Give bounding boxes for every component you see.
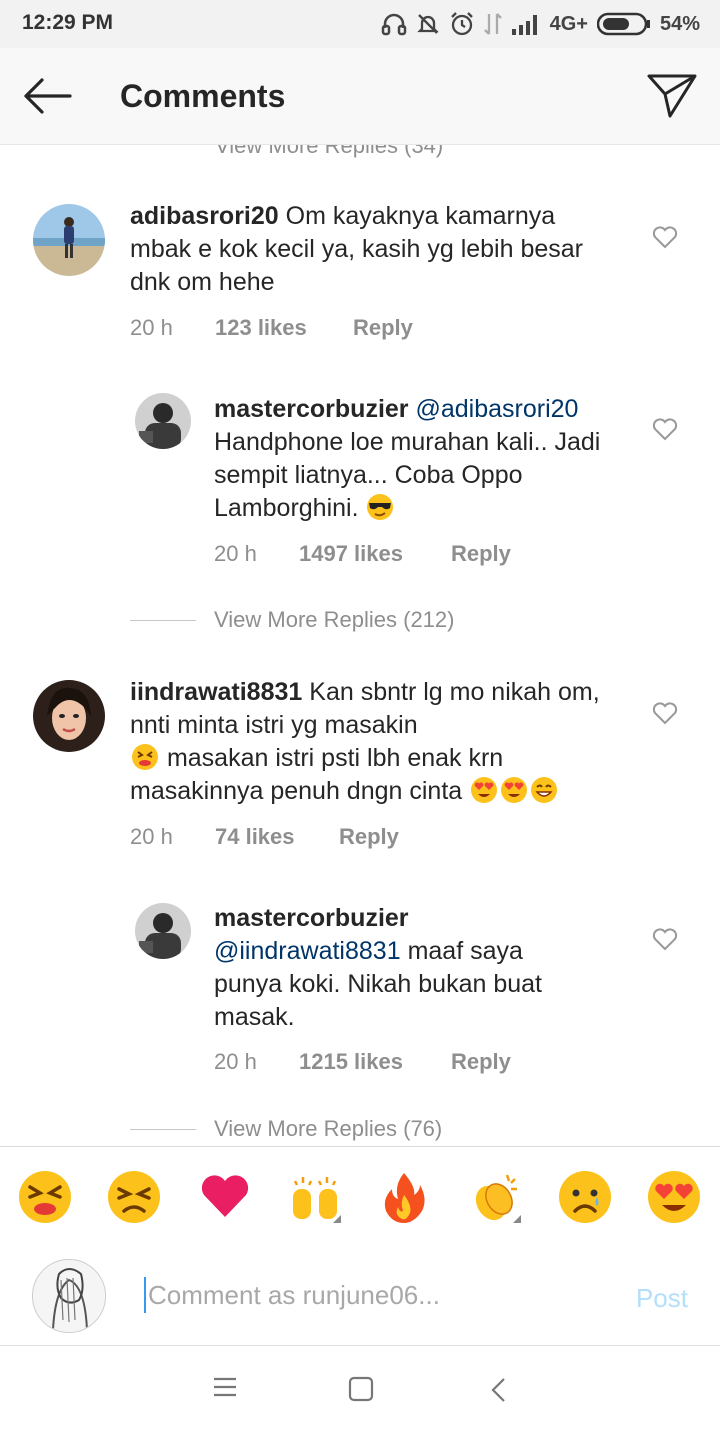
menu-icon[interactable] bbox=[212, 1376, 238, 1398]
avatar-mastercorbuzier[interactable] bbox=[135, 903, 191, 959]
data-transfer-icon bbox=[483, 13, 502, 35]
reply-button[interactable]: Reply bbox=[339, 824, 399, 850]
view-more-replies-top[interactable]: View More Replies (34) bbox=[215, 145, 443, 159]
comment-input[interactable] bbox=[144, 1277, 608, 1313]
battery-percent: 54% bbox=[659, 12, 700, 35]
grinning-face-emoji bbox=[531, 777, 558, 803]
paper-plane-icon[interactable] bbox=[646, 70, 698, 120]
header-bar: Comments bbox=[0, 48, 720, 145]
divider-line bbox=[130, 619, 196, 621]
page-title: Comments bbox=[120, 78, 286, 114]
comment-username[interactable]: iindrawati8831 bbox=[130, 678, 302, 706]
heart-eyes-emoji[interactable] bbox=[646, 1169, 702, 1225]
signal-icon bbox=[511, 15, 537, 35]
comment-likes[interactable]: 74 likes bbox=[215, 824, 339, 850]
persevering-face-emoji[interactable] bbox=[106, 1169, 162, 1225]
reply-button[interactable]: Reply bbox=[451, 541, 511, 567]
comment-meta: 20 h 123 likes Reply bbox=[130, 315, 413, 341]
reply-body: Handphone loe murahan kali.. Jadi sempit… bbox=[214, 428, 601, 522]
reply-likes[interactable]: 1215 likes bbox=[299, 1049, 451, 1075]
divider-line bbox=[130, 1128, 196, 1130]
squinting-angry-emoji[interactable] bbox=[17, 1169, 73, 1225]
red-heart-emoji[interactable] bbox=[197, 1169, 253, 1225]
status-icons: 4G+ 54% bbox=[381, 11, 700, 37]
avatar-mastercorbuzier[interactable] bbox=[135, 393, 191, 449]
avatar-iindrawati8831[interactable] bbox=[33, 680, 105, 752]
silent-bell-icon bbox=[416, 14, 439, 34]
comment-body-continued: masakan istri psti lbh enak krn masakinn… bbox=[130, 744, 504, 805]
comment-iindrawati8831: iindrawati8831 Kan sbntr lg mo nikah om,… bbox=[130, 676, 620, 808]
heart-eyes-emoji bbox=[471, 777, 498, 803]
clapping-hands-emoji[interactable] bbox=[467, 1169, 523, 1225]
system-nav-bar bbox=[0, 1346, 720, 1440]
heart-eyes-emoji bbox=[501, 777, 528, 803]
reply-meta: 20 h 1497 likes Reply bbox=[214, 541, 511, 567]
squinting-face-emoji bbox=[132, 744, 158, 770]
reply-mastercorbuzier-2: mastercorbuzier @iindrawati8831 maaf say… bbox=[214, 902, 594, 1034]
comment-username[interactable]: adibasrori20 bbox=[130, 202, 279, 230]
reply-username[interactable]: mastercorbuzier bbox=[214, 904, 409, 932]
post-button[interactable]: Post bbox=[636, 1283, 688, 1314]
reply-username[interactable]: mastercorbuzier bbox=[214, 395, 409, 423]
network-type: 4G+ bbox=[549, 12, 588, 35]
arrow-left-icon[interactable] bbox=[20, 74, 76, 118]
reply-likes[interactable]: 1497 likes bbox=[299, 541, 451, 567]
status-time: 12:29 PM bbox=[22, 11, 114, 34]
comment-meta: 20 h 74 likes Reply bbox=[130, 824, 399, 850]
comment-time: 20 h bbox=[130, 824, 173, 849]
comment-composer: Post bbox=[0, 1245, 720, 1346]
battery-icon bbox=[596, 12, 650, 36]
sunglasses-face-emoji bbox=[367, 494, 394, 520]
heart-icon[interactable] bbox=[652, 225, 678, 249]
reply-time: 20 h bbox=[214, 1049, 257, 1074]
heart-icon[interactable] bbox=[652, 417, 678, 441]
reply-button[interactable]: Reply bbox=[353, 315, 413, 341]
heart-icon[interactable] bbox=[652, 701, 678, 725]
user-avatar bbox=[32, 1259, 106, 1333]
raised-hands-emoji[interactable] bbox=[287, 1169, 343, 1225]
comment-likes[interactable]: 123 likes bbox=[215, 315, 353, 341]
fire-emoji[interactable] bbox=[376, 1169, 432, 1225]
emoji-quick-bar bbox=[0, 1146, 720, 1246]
comments-feed[interactable]: View More Replies (34) adibasrori20 Om k… bbox=[0, 145, 720, 1145]
reply-button[interactable]: Reply bbox=[451, 1049, 511, 1075]
status-bar: 12:29 PM 4G+ 54% bbox=[0, 0, 720, 48]
heart-icon[interactable] bbox=[652, 927, 678, 951]
avatar-adibasrori20[interactable] bbox=[33, 204, 105, 276]
view-more-replies-label[interactable]: View More Replies (76) bbox=[214, 1116, 442, 1142]
alarm-icon bbox=[450, 12, 473, 36]
reply-meta: 20 h 1215 likes Reply bbox=[214, 1049, 511, 1075]
sad-face-emoji[interactable] bbox=[557, 1169, 613, 1225]
comment-time: 20 h bbox=[130, 315, 173, 340]
reply-mention[interactable]: @iindrawati8831 bbox=[214, 937, 401, 965]
view-more-replies[interactable]: View More Replies (212) bbox=[130, 607, 454, 633]
back-chevron-icon[interactable] bbox=[488, 1376, 510, 1404]
comment-adibasrori20: adibasrori20 Om kayaknya kamarnya mbak e… bbox=[130, 200, 600, 299]
reply-mastercorbuzier-1: mastercorbuzier @adibasrori20 Handphone … bbox=[214, 393, 624, 525]
reply-time: 20 h bbox=[214, 541, 257, 566]
view-more-replies[interactable]: View More Replies (76) bbox=[130, 1116, 442, 1142]
view-more-replies-label[interactable]: View More Replies (212) bbox=[214, 607, 454, 633]
home-square-icon[interactable] bbox=[347, 1376, 375, 1402]
reply-mention[interactable]: @adibasrori20 bbox=[415, 395, 578, 423]
headset-icon bbox=[381, 13, 406, 36]
